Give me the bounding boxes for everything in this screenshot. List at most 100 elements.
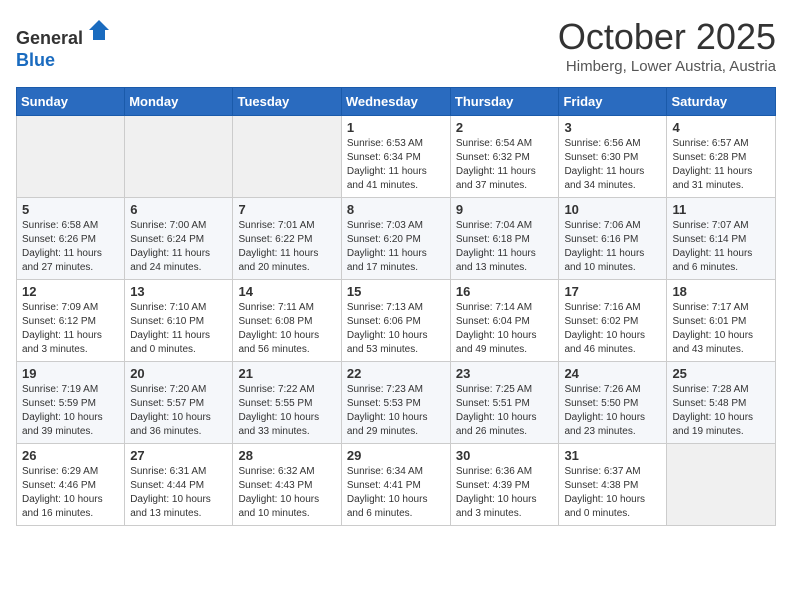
day-info: Sunrise: 7:26 AMSunset: 5:50 PMDaylight:… — [564, 383, 661, 439]
calendar-cell: 30 Sunrise: 6:36 AMSunset: 4:39 PMDayligh… — [450, 444, 559, 526]
day-info: Sunrise: 7:22 AMSunset: 5:55 PMDaylight:… — [238, 383, 335, 439]
logo-blue: Blue — [16, 50, 55, 70]
weekday-header: Wednesday — [341, 88, 450, 116]
calendar: SundayMondayTuesdayWednesdayThursdayFrid… — [16, 87, 776, 526]
calendar-cell: 15 Sunrise: 7:13 AMSunset: 6:06 PMDayligh… — [341, 280, 450, 362]
calendar-cell: 21 Sunrise: 7:22 AMSunset: 5:55 PMDayligh… — [233, 362, 341, 444]
logo-text: General Blue — [16, 16, 113, 71]
calendar-cell: 6 Sunrise: 7:00 AMSunset: 6:24 PMDaylight… — [125, 198, 233, 280]
day-number: 17 — [564, 284, 661, 299]
day-info: Sunrise: 7:07 AMSunset: 6:14 PMDaylight:… — [672, 219, 770, 275]
logo: General Blue — [16, 16, 113, 71]
calendar-cell: 2Sunrise: 6:54 AMSunset: 6:32 PMDaylight… — [450, 116, 559, 198]
weekday-header: Thursday — [450, 88, 559, 116]
calendar-cell: 19 Sunrise: 7:19 AMSunset: 5:59 PMDayligh… — [17, 362, 125, 444]
day-info: Sunrise: 7:17 AMSunset: 6:01 PMDaylight:… — [672, 301, 770, 357]
day-info: Sunrise: 6:53 AMSunset: 6:34 PMDaylight:… — [347, 137, 445, 193]
day-info: Sunrise: 7:06 AMSunset: 6:16 PMDaylight:… — [564, 219, 661, 275]
day-info: Sunrise: 6:36 AMSunset: 4:39 PMDaylight:… — [456, 465, 554, 521]
calendar-cell — [17, 116, 125, 198]
calendar-cell: 27Sunrise: 6:31 AMSunset: 4:44 PMDayligh… — [125, 444, 233, 526]
calendar-cell: 25 Sunrise: 7:28 AMSunset: 5:48 PMDayligh… — [667, 362, 776, 444]
weekday-header: Sunday — [17, 88, 125, 116]
day-number: 11 — [672, 202, 770, 217]
day-number: 18 — [672, 284, 770, 299]
day-info: Sunrise: 7:25 AMSunset: 5:51 PMDaylight:… — [456, 383, 554, 439]
day-info: Sunrise: 7:00 AMSunset: 6:24 PMDaylight:… — [130, 219, 227, 275]
calendar-cell: 14Sunrise: 7:11 AMSunset: 6:08 PMDayligh… — [233, 280, 341, 362]
month-title: October 2025 — [558, 16, 776, 58]
calendar-week-row: 1 Sunrise: 6:53 AMSunset: 6:34 PMDaylight… — [17, 116, 776, 198]
day-number: 19 — [22, 366, 119, 381]
day-info: Sunrise: 7:14 AMSunset: 6:04 PMDaylight:… — [456, 301, 554, 357]
day-info: Sunrise: 6:32 AMSunset: 4:43 PMDaylight:… — [238, 465, 335, 521]
day-number: 10 — [564, 202, 661, 217]
calendar-cell: 8Sunrise: 7:03 AMSunset: 6:20 PMDaylight… — [341, 198, 450, 280]
day-number: 2 — [456, 120, 554, 135]
page-header: General Blue October 2025 Himberg, Lower… — [16, 16, 776, 75]
calendar-cell: 22Sunrise: 7:23 AMSunset: 5:53 PMDayligh… — [341, 362, 450, 444]
day-info: Sunrise: 6:57 AMSunset: 6:28 PMDaylight:… — [672, 137, 770, 193]
day-number: 9 — [456, 202, 554, 217]
day-number: 28 — [238, 448, 335, 463]
calendar-cell: 4 Sunrise: 6:57 AMSunset: 6:28 PMDaylight… — [667, 116, 776, 198]
day-number: 24 — [564, 366, 661, 381]
day-number: 23 — [456, 366, 554, 381]
location-subtitle: Himberg, Lower Austria, Austria — [558, 58, 776, 75]
day-info: Sunrise: 6:56 AMSunset: 6:30 PMDaylight:… — [564, 137, 661, 193]
day-number: 21 — [238, 366, 335, 381]
day-number: 7 — [238, 202, 335, 217]
day-info: Sunrise: 7:09 AMSunset: 6:12 PMDaylight:… — [22, 301, 119, 357]
day-number: 30 — [456, 448, 554, 463]
calendar-cell: 13 Sunrise: 7:10 AMSunset: 6:10 PMDayligh… — [125, 280, 233, 362]
weekday-header-row: SundayMondayTuesdayWednesdayThursdayFrid… — [17, 88, 776, 116]
day-number: 13 — [130, 284, 227, 299]
calendar-cell: 31Sunrise: 6:37 AMSunset: 4:38 PMDayligh… — [559, 444, 667, 526]
calendar-cell: 5 Sunrise: 6:58 AMSunset: 6:26 PMDaylight… — [17, 198, 125, 280]
day-info: Sunrise: 7:04 AMSunset: 6:18 PMDaylight:… — [456, 219, 554, 275]
calendar-cell: 9 Sunrise: 7:04 AMSunset: 6:18 PMDaylight… — [450, 198, 559, 280]
calendar-cell: 20Sunrise: 7:20 AMSunset: 5:57 PMDayligh… — [125, 362, 233, 444]
calendar-cell: 1 Sunrise: 6:53 AMSunset: 6:34 PMDaylight… — [341, 116, 450, 198]
calendar-cell: 7Sunrise: 7:01 AMSunset: 6:22 PMDaylight… — [233, 198, 341, 280]
day-info: Sunrise: 6:31 AMSunset: 4:44 PMDaylight:… — [130, 465, 227, 521]
day-number: 22 — [347, 366, 445, 381]
day-number: 4 — [672, 120, 770, 135]
day-number: 3 — [564, 120, 661, 135]
calendar-cell: 11 Sunrise: 7:07 AMSunset: 6:14 PMDayligh… — [667, 198, 776, 280]
day-number: 25 — [672, 366, 770, 381]
day-info: Sunrise: 6:34 AMSunset: 4:41 PMDaylight:… — [347, 465, 445, 521]
calendar-week-row: 26Sunrise: 6:29 AMSunset: 4:46 PMDayligh… — [17, 444, 776, 526]
weekday-header: Monday — [125, 88, 233, 116]
weekday-header: Friday — [559, 88, 667, 116]
logo-general: General — [16, 28, 83, 48]
day-number: 5 — [22, 202, 119, 217]
calendar-cell: 17 Sunrise: 7:16 AMSunset: 6:02 PMDayligh… — [559, 280, 667, 362]
calendar-week-row: 19 Sunrise: 7:19 AMSunset: 5:59 PMDayligh… — [17, 362, 776, 444]
calendar-cell: 23 Sunrise: 7:25 AMSunset: 5:51 PMDayligh… — [450, 362, 559, 444]
calendar-week-row: 5 Sunrise: 6:58 AMSunset: 6:26 PMDaylight… — [17, 198, 776, 280]
calendar-cell: 18 Sunrise: 7:17 AMSunset: 6:01 PMDayligh… — [667, 280, 776, 362]
day-info: Sunrise: 7:13 AMSunset: 6:06 PMDaylight:… — [347, 301, 445, 357]
day-info: Sunrise: 6:29 AMSunset: 4:46 PMDaylight:… — [22, 465, 119, 521]
calendar-cell: 3 Sunrise: 6:56 AMSunset: 6:30 PMDaylight… — [559, 116, 667, 198]
day-number: 15 — [347, 284, 445, 299]
calendar-cell: 24 Sunrise: 7:26 AMSunset: 5:50 PMDayligh… — [559, 362, 667, 444]
calendar-cell: 26Sunrise: 6:29 AMSunset: 4:46 PMDayligh… — [17, 444, 125, 526]
day-info: Sunrise: 7:19 AMSunset: 5:59 PMDaylight:… — [22, 383, 119, 439]
calendar-week-row: 12Sunrise: 7:09 AMSunset: 6:12 PMDayligh… — [17, 280, 776, 362]
day-info: Sunrise: 6:58 AMSunset: 6:26 PMDaylight:… — [22, 219, 119, 275]
calendar-cell: 16Sunrise: 7:14 AMSunset: 6:04 PMDayligh… — [450, 280, 559, 362]
calendar-cell — [125, 116, 233, 198]
day-number: 14 — [238, 284, 335, 299]
day-number: 8 — [347, 202, 445, 217]
day-number: 6 — [130, 202, 227, 217]
calendar-cell: 28 Sunrise: 6:32 AMSunset: 4:43 PMDayligh… — [233, 444, 341, 526]
day-number: 1 — [347, 120, 445, 135]
weekday-header: Tuesday — [233, 88, 341, 116]
day-info: Sunrise: 7:28 AMSunset: 5:48 PMDaylight:… — [672, 383, 770, 439]
day-info: Sunrise: 7:10 AMSunset: 6:10 PMDaylight:… — [130, 301, 227, 357]
day-info: Sunrise: 7:16 AMSunset: 6:02 PMDaylight:… — [564, 301, 661, 357]
day-number: 31 — [564, 448, 661, 463]
calendar-cell: 12Sunrise: 7:09 AMSunset: 6:12 PMDayligh… — [17, 280, 125, 362]
